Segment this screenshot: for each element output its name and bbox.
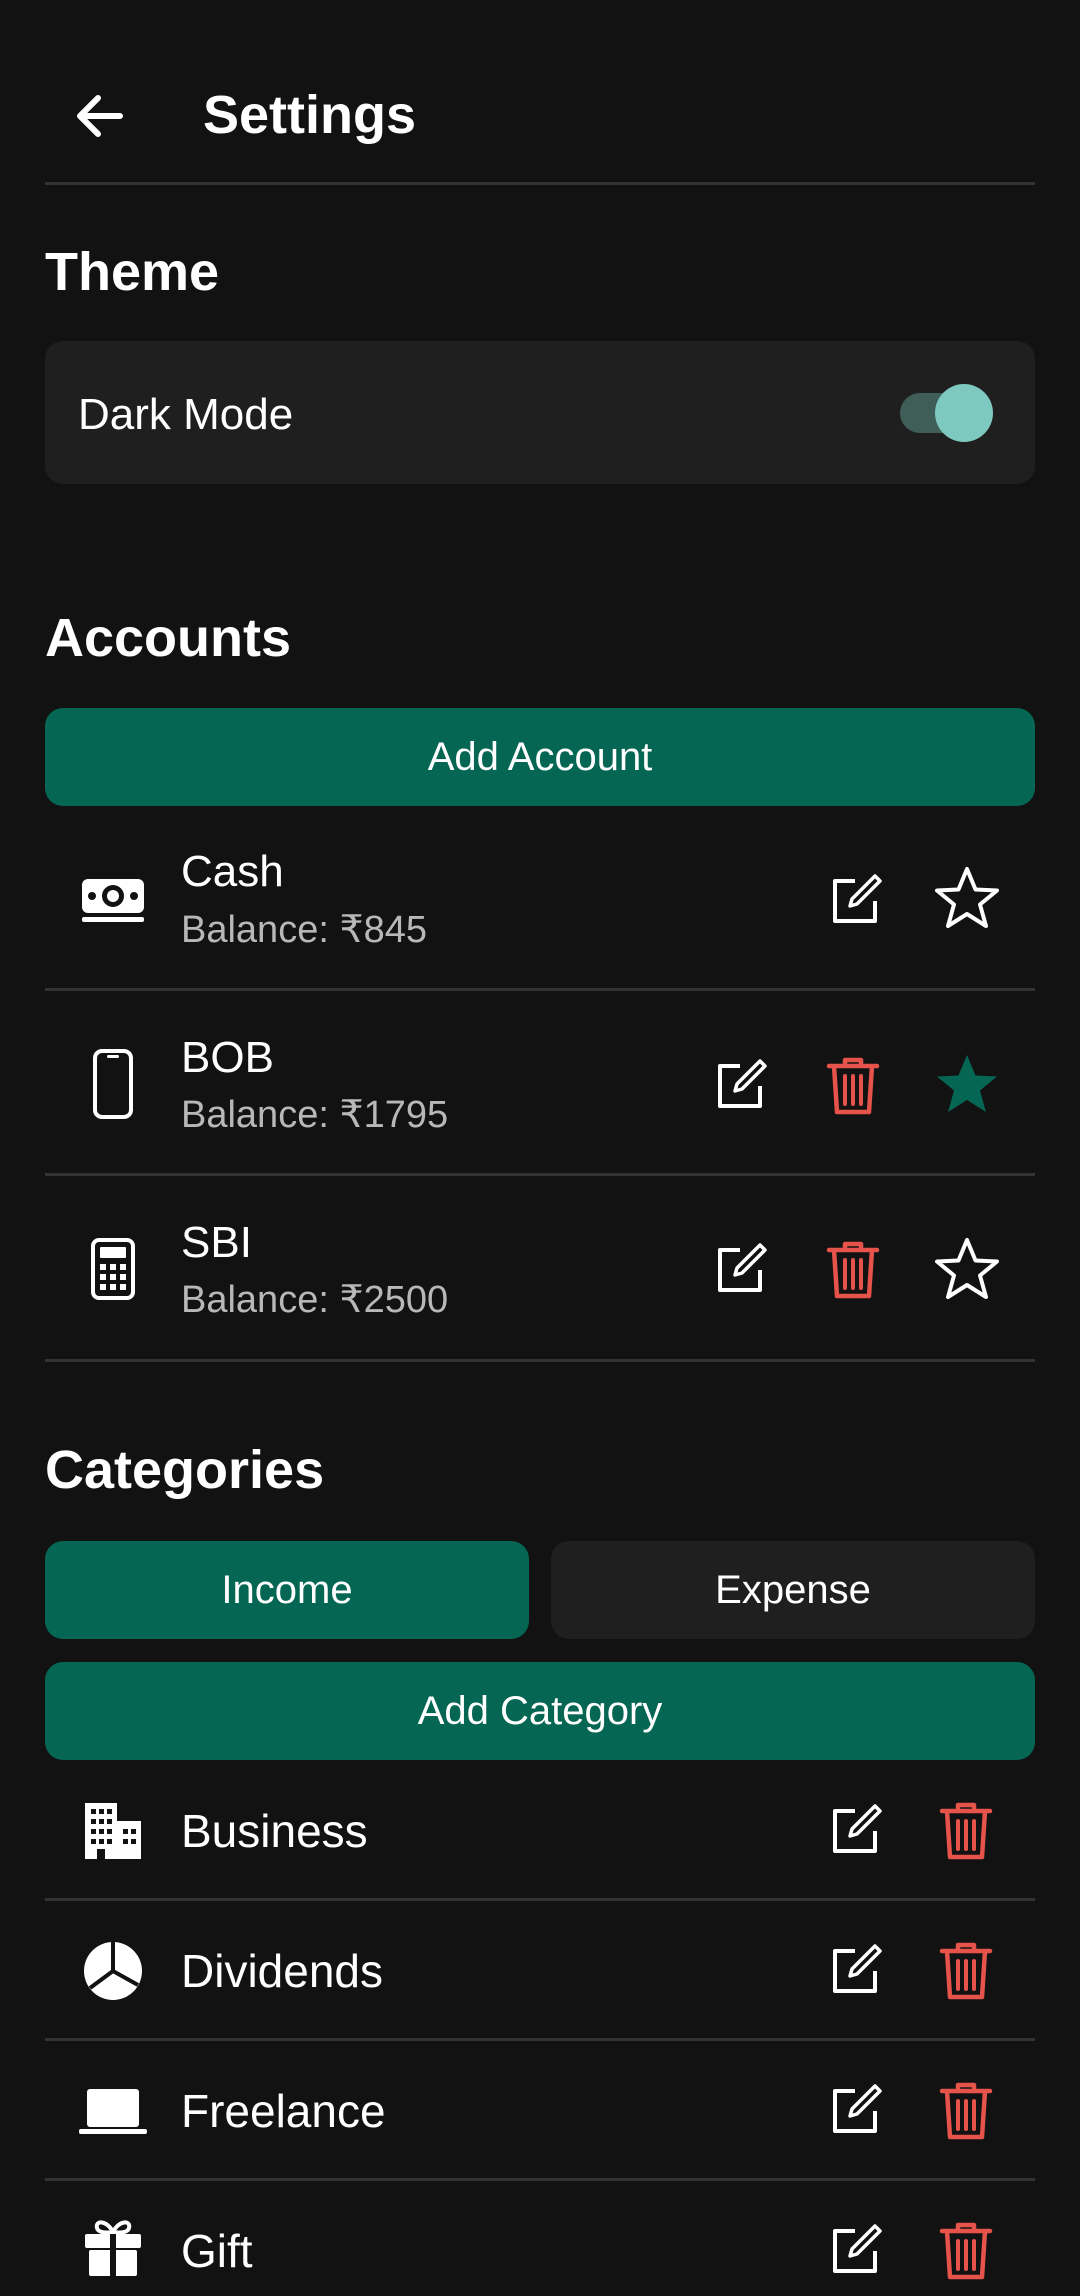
- category-name: Gift: [181, 2225, 253, 2277]
- account-name: Cash: [181, 847, 284, 896]
- row-divider: [45, 2038, 1035, 2041]
- edit-icon[interactable]: [705, 1235, 775, 1305]
- account-balance: Balance: ₹2500: [181, 1279, 449, 1321]
- back-button[interactable]: [62, 78, 138, 154]
- add-category-button[interactable]: Add Category: [45, 1662, 1035, 1760]
- money-bill-icon: [78, 866, 148, 936]
- row-divider: [45, 2178, 1035, 2181]
- account-name: BOB: [181, 1033, 274, 1082]
- dark-mode-toggle-knob[interactable]: [935, 384, 993, 442]
- edit-icon[interactable]: [820, 2076, 890, 2146]
- theme-section-title: Theme: [45, 242, 220, 302]
- building-icon: [78, 1796, 148, 1866]
- edit-icon[interactable]: [820, 1796, 890, 1866]
- pie-chart-icon: [78, 1936, 148, 2006]
- row-divider: [45, 1359, 1035, 1362]
- accounts-section-title: Accounts: [45, 608, 292, 668]
- trash-icon[interactable]: [933, 2076, 999, 2146]
- star-outline-icon[interactable]: [931, 1233, 1003, 1305]
- category-name: Dividends: [181, 1945, 383, 1997]
- gift-icon: [80, 2214, 146, 2280]
- categories-section-title: Categories: [45, 1440, 325, 1500]
- app-header: Settings: [0, 0, 1080, 184]
- star-outline-icon[interactable]: [931, 862, 1003, 934]
- account-name: SBI: [181, 1218, 252, 1267]
- trash-icon[interactable]: [820, 1235, 886, 1305]
- page-title: Settings: [203, 85, 417, 145]
- edit-icon[interactable]: [820, 2216, 890, 2286]
- tab-expense[interactable]: Expense: [551, 1541, 1035, 1639]
- dark-mode-label: Dark Mode: [78, 390, 294, 439]
- account-balance: Balance: ₹845: [181, 909, 428, 951]
- trash-icon[interactable]: [820, 1051, 886, 1121]
- trash-icon[interactable]: [933, 1796, 999, 1866]
- tab-income[interactable]: Income: [45, 1541, 529, 1639]
- trash-icon[interactable]: [933, 2216, 999, 2286]
- calculator-icon: [78, 1231, 148, 1307]
- edit-icon[interactable]: [820, 866, 890, 936]
- row-divider: [45, 988, 1035, 991]
- add-account-button[interactable]: Add Account: [45, 708, 1035, 806]
- edit-icon[interactable]: [705, 1051, 775, 1121]
- mobile-phone-icon: [78, 1046, 148, 1122]
- account-balance: Balance: ₹1795: [181, 1094, 449, 1136]
- row-divider: [45, 1173, 1035, 1176]
- star-filled-icon[interactable]: [931, 1048, 1003, 1120]
- category-name: Freelance: [181, 2085, 386, 2137]
- trash-icon[interactable]: [933, 1936, 999, 2006]
- laptop-icon: [76, 2076, 150, 2146]
- row-divider: [45, 1898, 1035, 1901]
- header-divider: [45, 182, 1035, 185]
- edit-icon[interactable]: [820, 1936, 890, 2006]
- category-name: Business: [181, 1805, 368, 1857]
- arrow-left-icon: [77, 95, 123, 137]
